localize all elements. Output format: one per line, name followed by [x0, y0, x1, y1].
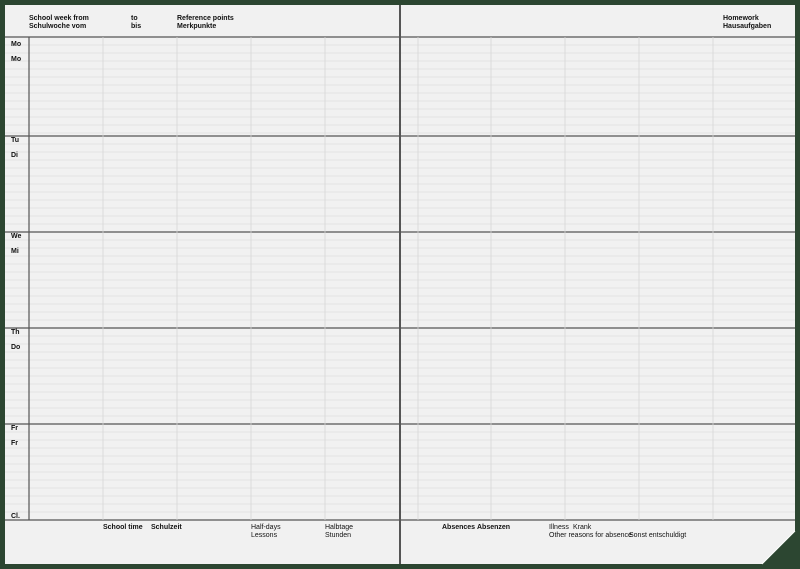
illness-label: Illness: [549, 524, 569, 531]
absences-label-de: Absenzen: [477, 524, 511, 531]
day-label-do: Do: [11, 344, 21, 351]
class-label: Cl.: [11, 513, 20, 520]
reference-points-label-de: Merkpunkte: [177, 23, 217, 30]
lessons-label-de: Stunden: [325, 532, 352, 539]
half-days-label: Half-days: [251, 524, 281, 531]
school-week-from-label-de: Schulwoche vom: [29, 23, 87, 30]
to-label: to: [131, 15, 138, 22]
day-label-fr: Fr: [11, 425, 18, 432]
half-days-label-de: Halbtage: [325, 524, 354, 531]
homework-label-de: Hausaufgaben: [723, 23, 772, 30]
day-label-tu: Tu: [11, 137, 20, 144]
other-reasons-label: Other reasons for absence: [549, 532, 632, 539]
day-label-mo-de: Mo: [11, 56, 22, 63]
school-week-from-label: School week from: [29, 15, 89, 22]
homework-label: Homework: [723, 15, 759, 22]
day-label-th: Th: [11, 329, 20, 336]
illness-label-de: Krank: [573, 524, 592, 531]
planner-book: School week from Schulwoche vom to bis R…: [0, 0, 800, 569]
planner-grid: [5, 36, 796, 565]
day-label-fr-de: Fr: [11, 440, 18, 447]
to-label-de: bis: [131, 23, 142, 30]
day-label-we: We: [11, 233, 22, 240]
reference-points-label: Reference points: [177, 15, 234, 22]
other-reasons-label-de: Sonst entschuldigt: [629, 532, 687, 539]
lessons-label: Lessons: [251, 532, 278, 539]
day-label-mo: Mo: [11, 41, 22, 48]
day-label-di: Di: [11, 152, 18, 159]
school-time-label-de: Schulzeit: [151, 524, 182, 531]
absences-label: Absences: [442, 524, 476, 531]
day-label-mi: Mi: [11, 248, 19, 255]
school-time-label: School time: [103, 524, 143, 531]
